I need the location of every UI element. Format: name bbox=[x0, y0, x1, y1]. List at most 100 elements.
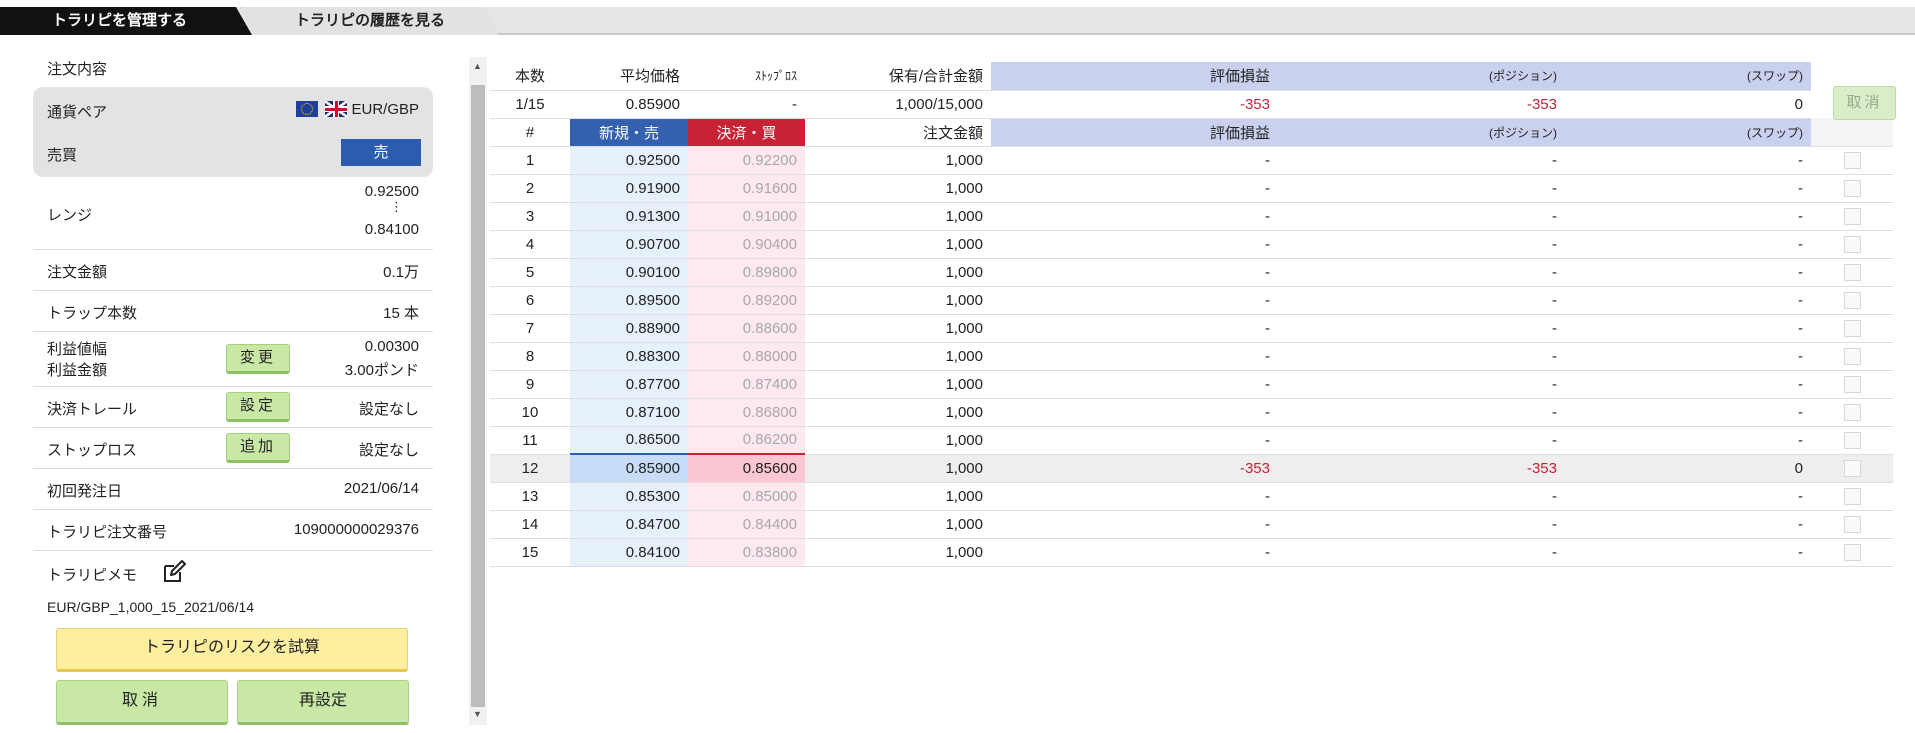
change-button[interactable]: 変更 bbox=[226, 344, 290, 374]
edit-icon[interactable] bbox=[162, 560, 186, 584]
summary-count: 1/15 bbox=[490, 90, 570, 119]
row-buy-price: 0.85600 bbox=[688, 453, 805, 483]
row-buy-price: 0.86800 bbox=[688, 398, 805, 427]
grid-header-position: (ポジション) bbox=[1278, 118, 1565, 147]
row-amount: 1,000 bbox=[805, 482, 991, 511]
table-row: 1 0.92500 0.92200 1,000- - - bbox=[490, 146, 1893, 175]
row-checkbox-cell bbox=[1811, 426, 1893, 455]
pair-label: 通貨ペア bbox=[47, 104, 108, 121]
stop-label: ストップロス bbox=[47, 442, 138, 459]
tab-history[interactable]: トラリピの履歴を見る bbox=[240, 7, 498, 35]
row-sell-price: 0.90100 bbox=[570, 258, 688, 287]
row-sell-price: 0.89500 bbox=[570, 286, 688, 315]
row-checkbox[interactable] bbox=[1843, 235, 1861, 253]
grid-header-swap: (スワップ) bbox=[1565, 118, 1811, 147]
reset-button[interactable]: 再設定 bbox=[237, 680, 409, 725]
summary-header-stop: ｽﾄｯﾌﾟﾛｽ bbox=[688, 62, 805, 91]
scroll-down-icon[interactable]: ▼ bbox=[473, 709, 482, 719]
scroll-up-icon[interactable]: ▲ bbox=[473, 61, 482, 71]
row-checkbox[interactable] bbox=[1843, 291, 1861, 309]
row-position: - bbox=[1278, 482, 1565, 511]
row-amount: 1,000 bbox=[805, 202, 991, 231]
row-checkbox[interactable] bbox=[1843, 151, 1861, 169]
row-pl: - bbox=[991, 342, 1278, 371]
table-row: 7 0.88900 0.88600 1,000- - - bbox=[490, 314, 1893, 343]
row-buy-price: 0.89200 bbox=[688, 286, 805, 315]
row-buy-price: 0.85000 bbox=[688, 482, 805, 511]
row-checkbox[interactable] bbox=[1843, 319, 1861, 337]
table-row: 5 0.90100 0.89800 1,000- - - bbox=[490, 258, 1893, 287]
risk-simulate-button[interactable]: トラリピのリスクを試算 bbox=[56, 628, 408, 672]
scrollbar[interactable]: ▲ ▼ bbox=[469, 57, 487, 725]
row-amount: 1,000 bbox=[805, 146, 991, 175]
stop-value: 設定なし bbox=[358, 442, 419, 459]
scroll-thumb[interactable] bbox=[471, 85, 485, 707]
row-swap: 0 bbox=[1565, 454, 1811, 483]
row-sell-price: 0.90700 bbox=[570, 230, 688, 259]
row-checkbox[interactable] bbox=[1843, 487, 1861, 505]
profit-row: 利益値幅 利益金額 変更 0.00300 3.00ポンド bbox=[33, 332, 433, 387]
row-checkbox[interactable] bbox=[1843, 207, 1861, 225]
row-swap: - bbox=[1565, 482, 1811, 511]
row-pl: - bbox=[991, 510, 1278, 539]
traps-value: 15 本 bbox=[383, 305, 419, 322]
row-checkbox[interactable] bbox=[1843, 431, 1861, 449]
table-row: 3 0.91300 0.91000 1,000- - - bbox=[490, 202, 1893, 231]
row-number: 3 bbox=[490, 202, 570, 231]
order-no-label: トラリピ注文番号 bbox=[47, 524, 168, 541]
grid-header-row: # 新規・売 決済・買 注文金額 評価損益 (ポジション) (スワップ) bbox=[490, 118, 1893, 147]
summary-header-count: 本数 bbox=[490, 62, 570, 91]
pair-value-wrap: EUR/GBP bbox=[293, 101, 419, 118]
row-sell-price: 0.88900 bbox=[570, 314, 688, 343]
row-buy-price: 0.91000 bbox=[688, 202, 805, 231]
row-sell-price: 0.85300 bbox=[570, 482, 688, 511]
summary-cancel-button[interactable]: 取消 bbox=[1833, 86, 1896, 120]
row-pl: - bbox=[991, 230, 1278, 259]
row-amount: 1,000 bbox=[805, 370, 991, 399]
summary-header-holding: 保有/合計金額 bbox=[805, 62, 991, 91]
row-number: 15 bbox=[490, 538, 570, 567]
table-row: 9 0.87700 0.87400 1,000- - - bbox=[490, 370, 1893, 399]
row-amount: 1,000 bbox=[805, 454, 991, 483]
summary-values-row: 1/15 0.85900 - 1,000/15,000 -353 -353 0 bbox=[490, 90, 1893, 119]
pair-box: 通貨ペア EUR/GBP 売買 売 bbox=[33, 87, 433, 177]
first-date-row: 初回発注日 2021/06/14 bbox=[33, 469, 433, 510]
row-swap: - bbox=[1565, 202, 1811, 231]
trail-set-button[interactable]: 設定 bbox=[226, 392, 290, 422]
range-high: 0.92500 bbox=[364, 183, 419, 200]
table-row: 10 0.87100 0.86800 1,000- - - bbox=[490, 398, 1893, 427]
row-amount: 1,000 bbox=[805, 286, 991, 315]
grid-header-num: # bbox=[490, 118, 570, 147]
row-number: 4 bbox=[490, 230, 570, 259]
row-checkbox[interactable] bbox=[1843, 459, 1861, 477]
row-checkbox[interactable] bbox=[1843, 543, 1861, 561]
stop-add-button[interactable]: 追加 bbox=[226, 433, 290, 463]
summary-header-swap: (スワップ) bbox=[1565, 62, 1811, 91]
summary-position: -353 bbox=[1278, 90, 1565, 119]
row-checkbox[interactable] bbox=[1843, 263, 1861, 281]
row-checkbox[interactable] bbox=[1843, 347, 1861, 365]
row-swap: - bbox=[1565, 174, 1811, 203]
cancel-button[interactable]: 取消 bbox=[56, 680, 228, 725]
row-swap: - bbox=[1565, 230, 1811, 259]
summary-header-pl: 評価損益 bbox=[991, 62, 1278, 91]
summary-header-avg: 平均価格 bbox=[570, 62, 688, 91]
row-checkbox-cell bbox=[1811, 398, 1893, 427]
row-amount: 1,000 bbox=[805, 510, 991, 539]
trail-label: 決済トレール bbox=[47, 401, 138, 418]
row-swap: - bbox=[1565, 510, 1811, 539]
eu-flag-icon bbox=[296, 101, 319, 117]
row-checkbox[interactable] bbox=[1843, 375, 1861, 393]
row-checkbox[interactable] bbox=[1843, 403, 1861, 421]
grid-header-blank bbox=[1811, 118, 1893, 147]
table-row: 4 0.90700 0.90400 1,000- - - bbox=[490, 230, 1893, 259]
row-position: - bbox=[1278, 538, 1565, 567]
row-sell-price: 0.84700 bbox=[570, 510, 688, 539]
row-checkbox[interactable] bbox=[1843, 179, 1861, 197]
row-position: - bbox=[1278, 146, 1565, 175]
row-checkbox[interactable] bbox=[1843, 515, 1861, 533]
row-number: 7 bbox=[490, 314, 570, 343]
row-number: 6 bbox=[490, 286, 570, 315]
tab-manage[interactable]: トラリピを管理する bbox=[0, 7, 252, 35]
traps-label: トラップ本数 bbox=[47, 305, 138, 322]
